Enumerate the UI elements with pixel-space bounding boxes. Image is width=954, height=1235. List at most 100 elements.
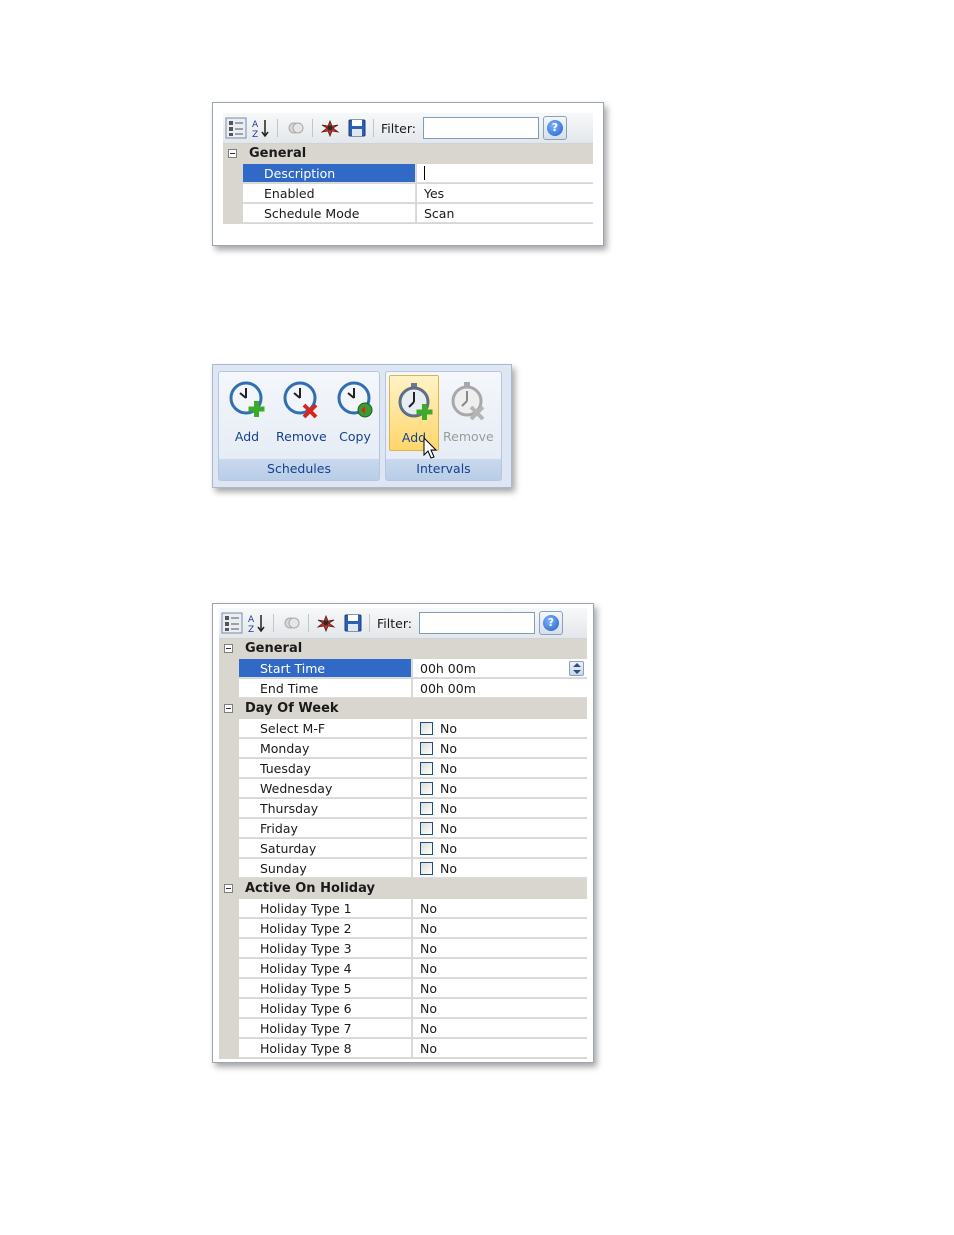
property-value[interactable]: No (413, 799, 587, 818)
property-grid-schedule: AZ Filter: ? General Start Time 00h 00m … (212, 603, 594, 1063)
time-value: 00h 00m (420, 661, 476, 676)
property-row-holiday-type-8[interactable]: Holiday Type 8 No (219, 1039, 587, 1059)
reset-button[interactable] (319, 117, 341, 139)
property-name: Holiday Type 8 (239, 1039, 412, 1058)
alphabetical-sort-button[interactable]: AZ (246, 612, 268, 635)
property-value-editor[interactable] (417, 164, 593, 183)
property-value[interactable]: No (413, 1019, 587, 1038)
svg-text:Z: Z (248, 625, 254, 634)
property-pages-button[interactable] (281, 612, 303, 634)
property-pages-button[interactable] (285, 117, 307, 139)
property-row-wednesday[interactable]: Wednesday No (219, 779, 587, 799)
property-value[interactable]: No (413, 959, 587, 978)
property-row-thursday[interactable]: Thursday No (219, 799, 587, 819)
property-value[interactable]: No (413, 859, 587, 878)
property-name: Holiday Type 1 (239, 899, 412, 918)
save-button[interactable] (346, 117, 368, 139)
schedule-add-button[interactable]: Add (222, 375, 272, 451)
collapse-icon[interactable] (224, 884, 233, 893)
checkbox[interactable] (420, 722, 433, 735)
checkbox[interactable] (420, 762, 433, 775)
checkbox[interactable] (420, 862, 433, 875)
property-row-tuesday[interactable]: Tuesday No (219, 759, 587, 779)
schedule-copy-button[interactable]: Copy (330, 375, 380, 451)
property-row-end-time[interactable]: End Time 00h 00m (219, 679, 587, 699)
category-general[interactable]: General (223, 144, 593, 164)
property-row-holiday-type-7[interactable]: Holiday Type 7 No (219, 1019, 587, 1039)
category-day-of-week[interactable]: Day Of Week (219, 699, 587, 719)
property-value[interactable]: No (413, 919, 587, 938)
property-pages-icon (284, 617, 300, 629)
property-row-holiday-type-5[interactable]: Holiday Type 5 No (219, 979, 587, 999)
collapse-icon[interactable] (224, 704, 233, 713)
property-row-holiday-type-4[interactable]: Holiday Type 4 No (219, 959, 587, 979)
filter-input[interactable] (423, 117, 539, 139)
property-row-friday[interactable]: Friday No (219, 819, 587, 839)
category-active-on-holiday[interactable]: Active On Holiday (219, 879, 587, 899)
property-row-monday[interactable]: Monday No (219, 739, 587, 759)
property-row-saturday[interactable]: Saturday No (219, 839, 587, 859)
checkbox[interactable] (420, 842, 433, 855)
property-name: Wednesday (239, 779, 412, 798)
ribbon-group-label: Intervals (386, 459, 501, 480)
property-row-start-time[interactable]: Start Time 00h 00m (219, 659, 587, 679)
property-value[interactable]: Yes (417, 184, 593, 203)
schedule-remove-button[interactable]: Remove (276, 375, 327, 451)
save-button[interactable] (342, 612, 364, 634)
filter-input[interactable] (419, 612, 535, 634)
property-value[interactable]: 00h 00m (413, 659, 587, 678)
property-row-holiday-type-3[interactable]: Holiday Type 3 No (219, 939, 587, 959)
property-name: Holiday Type 4 (239, 959, 412, 978)
stopwatch-add-icon (398, 383, 433, 420)
property-value[interactable]: 00h 00m (413, 679, 587, 698)
property-row-enabled[interactable]: Enabled Yes (223, 184, 593, 204)
save-icon (348, 119, 366, 137)
property-value[interactable]: No (413, 779, 587, 798)
spinner-updown-icon[interactable] (569, 661, 584, 676)
property-row-holiday-type-2[interactable]: Holiday Type 2 No (219, 919, 587, 939)
checkbox-value: No (440, 841, 457, 856)
property-row-description[interactable]: Description (223, 164, 593, 184)
property-name: Thursday (239, 799, 412, 818)
help-button[interactable]: ? (539, 611, 563, 635)
category-general[interactable]: General (219, 639, 587, 659)
property-value[interactable]: No (413, 719, 587, 738)
property-row-holiday-type-6[interactable]: Holiday Type 6 No (219, 999, 587, 1019)
button-label: Add (234, 429, 260, 444)
property-name: Monday (239, 739, 412, 758)
property-value[interactable]: No (413, 759, 587, 778)
property-row-holiday-type-1[interactable]: Holiday Type 1 No (219, 899, 587, 919)
checkbox[interactable] (420, 822, 433, 835)
category-label: Active On Holiday (245, 881, 375, 896)
property-value[interactable]: Scan (417, 204, 593, 223)
svg-text:A: A (248, 615, 255, 625)
checkbox[interactable] (420, 802, 433, 815)
property-value[interactable]: No (413, 1039, 587, 1058)
interval-remove-button[interactable]: Remove (443, 375, 494, 451)
property-row-schedule-mode[interactable]: Schedule Mode Scan (223, 204, 593, 224)
help-button[interactable]: ? (543, 116, 567, 140)
property-value[interactable]: No (413, 739, 587, 758)
checkbox[interactable] (420, 782, 433, 795)
property-name: Holiday Type 3 (239, 939, 412, 958)
property-value[interactable]: No (413, 979, 587, 998)
property-value[interactable]: No (413, 939, 587, 958)
property-row-sunday[interactable]: Sunday No (219, 859, 587, 879)
property-value[interactable]: No (413, 819, 587, 838)
categorized-view-button[interactable] (225, 117, 247, 139)
property-value[interactable]: No (413, 999, 587, 1018)
property-name: Saturday (239, 839, 412, 858)
collapse-icon[interactable] (224, 644, 233, 653)
collapse-icon[interactable] (228, 149, 237, 158)
categorized-view-button[interactable] (221, 612, 243, 634)
property-row-select-m-f[interactable]: Select M-F No (219, 719, 587, 739)
property-name: Holiday Type 7 (239, 1019, 412, 1038)
property-value[interactable]: No (413, 839, 587, 858)
checkbox-value: No (440, 861, 457, 876)
checkbox[interactable] (420, 742, 433, 755)
button-label: Remove (443, 429, 494, 444)
property-value[interactable]: No (413, 899, 587, 918)
reset-button[interactable] (315, 612, 337, 634)
categorized-icon (221, 612, 243, 634)
alphabetical-sort-button[interactable]: AZ (250, 117, 272, 140)
